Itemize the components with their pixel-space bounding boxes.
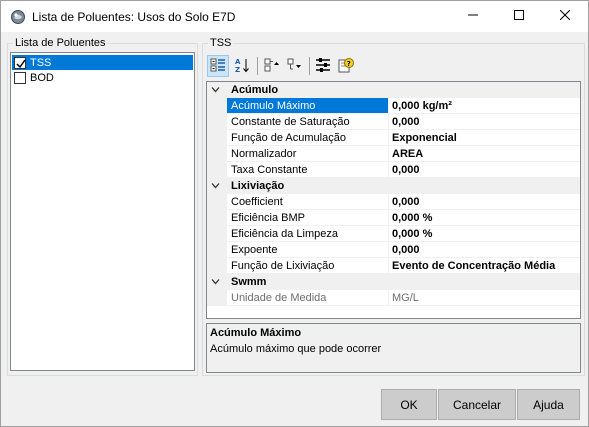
row-gutter <box>207 114 227 130</box>
property-row[interactable]: Unidade de Medida MG/L <box>207 290 580 306</box>
property-value[interactable]: 0,000 <box>389 194 580 210</box>
properties-group-label: TSS <box>208 37 234 49</box>
help-icon: ? <box>338 57 354 76</box>
list-item-label: TSS <box>30 56 52 69</box>
property-value[interactable]: Exponencial <box>389 130 580 146</box>
property-pages-icon <box>315 57 331 76</box>
property-name[interactable]: Coefficient <box>227 194 389 210</box>
row-gutter <box>207 98 227 114</box>
bod-checkbox[interactable] <box>14 71 26 84</box>
dialog-window: Lista de Poluentes: Usos do Solo E7D Lis… <box>0 0 589 427</box>
list-item-label: BOD <box>30 71 54 84</box>
row-gutter <box>207 258 227 274</box>
property-pages-button[interactable] <box>312 55 334 77</box>
property-toolbar: A Z ? <box>206 54 581 78</box>
property-value[interactable]: 0,000 % <box>389 226 580 242</box>
row-gutter <box>207 210 227 226</box>
property-row[interactable]: Normalizador AREA <box>207 146 580 162</box>
property-name[interactable]: Acúmulo Máximo <box>227 98 389 114</box>
property-row[interactable]: Constante de Saturação 0,000 <box>207 114 580 130</box>
help-button[interactable]: Ajuda <box>517 389 580 420</box>
chevron-down-icon[interactable] <box>211 85 220 94</box>
help-toolbar-button[interactable]: ? <box>335 55 357 77</box>
property-name[interactable]: Normalizador <box>227 146 389 162</box>
expand-button[interactable] <box>261 55 283 77</box>
close-icon <box>559 9 571 23</box>
maximize-icon <box>514 10 524 23</box>
category-swmm[interactable]: Swmm <box>207 274 580 290</box>
property-value[interactable]: 0,000 % <box>389 210 580 226</box>
minimize-icon <box>468 10 478 23</box>
expand-icon <box>264 57 280 76</box>
property-row[interactable]: Eficiência BMP 0,000 % <box>207 210 580 226</box>
alphabetical-sort-icon: A Z <box>234 57 250 76</box>
property-row[interactable]: Expoente 0,000 <box>207 242 580 258</box>
category-label: Lixiviação <box>231 180 285 192</box>
category-lixiviacao[interactable]: Lixiviação <box>207 178 580 194</box>
collapse-icon <box>287 57 303 76</box>
toolbar-separator <box>309 57 310 75</box>
property-value[interactable]: 0,000 <box>389 162 580 178</box>
property-value: MG/L <box>389 290 580 306</box>
row-gutter <box>207 162 227 178</box>
property-name[interactable]: Eficiência da Limpeza <box>227 226 389 242</box>
property-name[interactable]: Taxa Constante <box>227 162 389 178</box>
minimize-button[interactable] <box>450 1 496 32</box>
row-gutter <box>207 146 227 162</box>
chevron-down-icon[interactable] <box>211 181 220 190</box>
help-description: Acúmulo máximo que pode ocorrer <box>210 343 382 355</box>
row-gutter <box>207 194 227 210</box>
svg-text:Z: Z <box>235 66 240 73</box>
property-row[interactable]: Eficiência da Limpeza 0,000 % <box>207 226 580 242</box>
row-gutter <box>207 130 227 146</box>
alphabetical-button[interactable]: A Z <box>231 55 253 77</box>
title-bar[interactable]: Lista de Poluentes: Usos do Solo E7D <box>1 1 588 32</box>
close-button[interactable] <box>542 1 588 32</box>
categorized-button[interactable] <box>207 55 229 77</box>
pollutant-group-label: Lista de Poluentes <box>13 37 108 49</box>
property-row[interactable]: Coefficient 0,000 <box>207 194 580 210</box>
property-value[interactable]: 0,000 <box>389 242 580 258</box>
tss-checkbox[interactable] <box>14 56 26 69</box>
row-gutter <box>207 242 227 258</box>
list-item-tss[interactable]: TSS <box>12 55 193 70</box>
svg-text:A: A <box>235 58 241 66</box>
svg-text:?: ? <box>347 60 351 68</box>
property-help-panel: Acúmulo Máximo Acúmulo máximo que pode o… <box>206 323 581 373</box>
property-row[interactable]: Acúmulo Máximo 0,000 kg/m² <box>207 98 580 114</box>
row-gutter <box>207 226 227 242</box>
property-value[interactable]: Evento de Concentração Média <box>389 258 580 274</box>
property-row[interactable]: Função de Acumulação Exponencial <box>207 130 580 146</box>
property-row[interactable]: Função de Lixiviação Evento de Concentra… <box>207 258 580 274</box>
app-icon <box>10 9 26 25</box>
help-title: Acúmulo Máximo <box>210 327 302 339</box>
property-name[interactable]: Constante de Saturação <box>227 114 389 130</box>
property-value[interactable]: 0,000 kg/m² <box>389 98 580 114</box>
category-label: Acúmulo <box>231 84 279 96</box>
property-value[interactable]: AREA <box>389 146 580 162</box>
category-acumulo[interactable]: Acúmulo <box>207 82 580 98</box>
property-row[interactable]: Taxa Constante 0,000 <box>207 162 580 178</box>
property-name[interactable]: Unidade de Medida <box>227 290 389 306</box>
property-name[interactable]: Eficiência BMP <box>227 210 389 226</box>
maximize-button[interactable] <box>496 1 542 32</box>
property-grid[interactable]: Acúmulo Acúmulo Máximo 0,000 kg/m² Const… <box>206 81 581 319</box>
cancel-button[interactable]: Cancelar <box>438 389 516 420</box>
category-label: Swmm <box>231 276 267 288</box>
property-name[interactable]: Função de Lixiviação <box>227 258 389 274</box>
list-item-bod[interactable]: BOD <box>12 70 193 85</box>
property-name[interactable]: Função de Acumulação <box>227 130 389 146</box>
window-title: Lista de Poluentes: Usos do Solo E7D <box>32 10 236 24</box>
chevron-down-icon[interactable] <box>211 277 220 286</box>
property-value[interactable]: 0,000 <box>389 114 580 130</box>
categorized-icon <box>210 57 226 76</box>
row-gutter <box>207 290 227 306</box>
property-name[interactable]: Expoente <box>227 242 389 258</box>
ok-button[interactable]: OK <box>381 389 437 420</box>
toolbar-separator <box>257 57 258 75</box>
pollutant-list[interactable]: TSS BOD <box>10 52 195 371</box>
collapse-button[interactable] <box>284 55 306 77</box>
